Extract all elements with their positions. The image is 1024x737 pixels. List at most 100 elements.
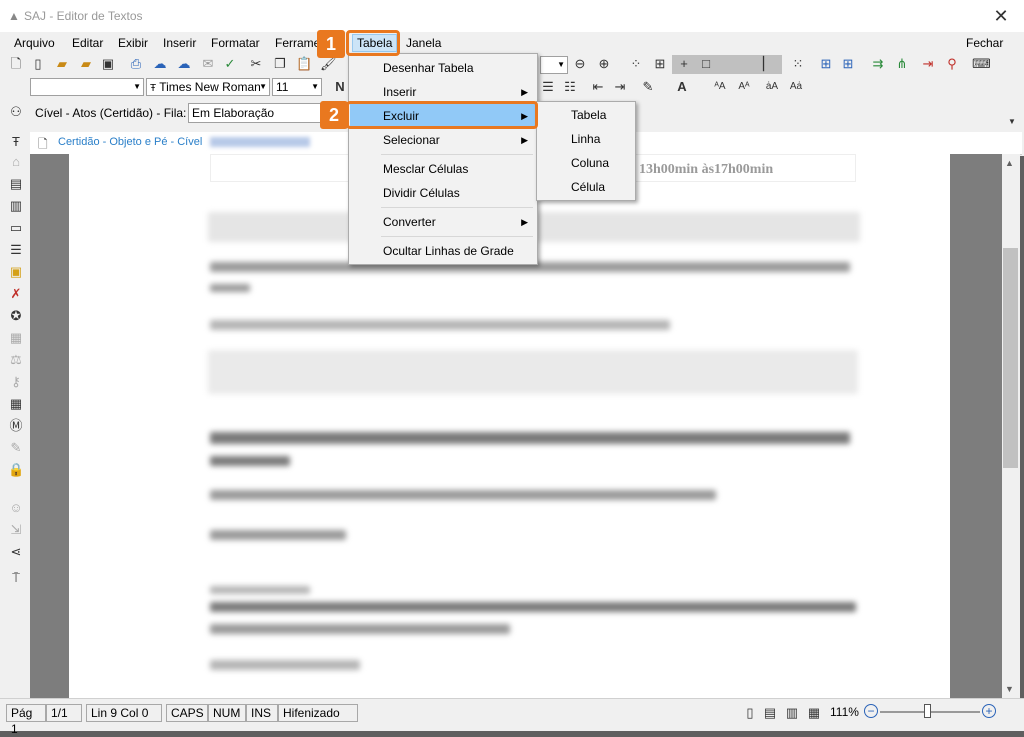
menu-exibir[interactable]: Exibir (118, 36, 148, 50)
menu-item-dividir-celulas[interactable]: Dividir Células (350, 181, 536, 205)
blurred-content (210, 490, 716, 500)
lock-icon[interactable]: 🔒 (8, 462, 24, 478)
print-view-icon[interactable]: ▤ (762, 705, 778, 721)
case2-icon[interactable]: Aȧ (788, 79, 804, 95)
zoom-combo[interactable]: ▼ (540, 56, 568, 74)
scrollbar-thumb[interactable] (1003, 248, 1018, 468)
filter-icon[interactable]: ⚲ (944, 56, 960, 72)
share-icon[interactable]: ⋖ (8, 544, 24, 560)
zoom-out-icon[interactable]: ⊖ (572, 56, 588, 72)
new-doc-icon[interactable]: 🗋 (8, 56, 24, 72)
status-position: Lin 9 Col 0 (86, 704, 162, 722)
step2-highlight (346, 101, 538, 129)
cut-icon[interactable]: ✂ (248, 56, 264, 72)
case-icon[interactable]: ȧA (764, 79, 780, 95)
menu-inserir[interactable]: Inserir (163, 36, 196, 50)
export-icon[interactable]: ⇥ (920, 56, 936, 72)
menu-item-selecionar[interactable]: Selecionar ▶ (350, 128, 536, 152)
document-icon[interactable]: ▥ (8, 198, 24, 214)
submenu-item-coluna[interactable]: Coluna (538, 151, 634, 175)
fechar-button[interactable]: Fechar (966, 36, 1003, 50)
left-border-icon[interactable]: ▏ (760, 56, 776, 72)
gavel-icon[interactable]: ⚖ (8, 352, 24, 368)
m-doc-icon[interactable]: Ⓜ (8, 418, 24, 434)
person-icon[interactable]: ☺ (8, 500, 24, 516)
style-combo[interactable]: ▼ (30, 78, 144, 96)
menu-item-ocultar-linhas[interactable]: Ocultar Linhas de Grade (350, 239, 536, 263)
format-painter-icon[interactable]: 🖌 (320, 56, 337, 72)
cloud-icon[interactable]: ☁ (152, 56, 168, 72)
form-icon[interactable]: ▣ (8, 264, 24, 280)
shrink-font-icon[interactable]: Aᴬ (736, 79, 752, 95)
numbering-icon[interactable]: ☷ (562, 79, 578, 95)
submenu-item-tabela[interactable]: Tabela (538, 103, 634, 127)
tag-icon[interactable]: ✎ (8, 440, 24, 456)
save-icon[interactable]: ▣ (100, 56, 116, 72)
box-border-icon[interactable]: □ (698, 56, 714, 72)
bullets-icon[interactable]: ☰ (540, 79, 556, 95)
stamp-icon[interactable]: ⌂ (8, 154, 24, 170)
grid-dots-icon[interactable]: ⁘ (628, 56, 644, 72)
zoom-slider-knob[interactable] (924, 704, 931, 718)
tree-icon[interactable]: ⋔ (894, 56, 910, 72)
outline-view-icon[interactable]: ▦ (806, 705, 822, 721)
comment-icon[interactable]: ▭ (8, 220, 24, 236)
dotted-grid-icon[interactable]: ⁙ (790, 56, 806, 72)
table-icon[interactable]: ⊞ (652, 56, 668, 72)
spellcheck-icon[interactable]: ✓ (222, 56, 238, 72)
print-icon[interactable]: ⎙ (128, 56, 144, 72)
open-icon[interactable]: ▰ (54, 56, 70, 72)
blank-doc-icon[interactable]: ▯ (30, 56, 46, 72)
users-icon[interactable]: ⚇ (8, 104, 24, 120)
page-view-icon[interactable]: ▯ (742, 705, 758, 721)
plus-border-icon[interactable]: + (676, 56, 692, 72)
status-bar: Pág 1 1/1 Lin 9 Col 0 CAPS NUM INS Hifen… (0, 698, 1024, 736)
menu-editar[interactable]: Editar (72, 36, 103, 50)
list-icon[interactable]: ☰ (8, 242, 24, 258)
submenu-item-celula[interactable]: Célula (538, 175, 634, 199)
keyboard-icon[interactable]: ⌨ (972, 56, 991, 72)
zoom-in-icon[interactable]: ⊕ (596, 56, 612, 72)
import-icon[interactable]: ⇲ (8, 522, 24, 538)
fila-field[interactable]: Em Elaboração (188, 103, 328, 123)
decrease-indent-icon[interactable]: ⇤ (590, 79, 606, 95)
mail-icon[interactable]: ✉ (200, 56, 216, 72)
increase-indent-icon[interactable]: ⇥ (612, 79, 628, 95)
highlight-icon[interactable]: ✎ (640, 79, 656, 95)
menu-janela[interactable]: Janela (406, 36, 441, 50)
calendar-icon[interactable]: ▦ (8, 396, 24, 412)
scroll-down-icon[interactable]: ▼ (1005, 684, 1014, 694)
menu-item-mesclar-celulas[interactable]: Mesclar Células (350, 157, 536, 181)
badge-icon[interactable]: ✪ (8, 308, 24, 324)
menu-arquivo[interactable]: Arquivo (14, 36, 55, 50)
zoom-in-button[interactable]: + (982, 704, 996, 718)
close-icon[interactable]: ✕ (990, 5, 1012, 27)
grow-font-icon[interactable]: ᴬA (712, 79, 728, 95)
web-view-icon[interactable]: ▥ (784, 705, 800, 721)
fields-icon[interactable]: ▤ (8, 176, 24, 192)
scroll-up-icon[interactable]: ▲ (1005, 158, 1014, 168)
copy-icon[interactable]: ❐ (272, 56, 288, 72)
font-color-icon[interactable]: A (674, 79, 690, 95)
menu-item-converter[interactable]: Converter ▶ (350, 210, 536, 234)
keys-icon[interactable]: ⚷ (8, 374, 24, 390)
submenu-item-linha[interactable]: Linha (538, 127, 634, 151)
size-combo[interactable]: 11 ▼ (272, 78, 322, 96)
menu-item-desenhar-tabela[interactable]: Desenhar Tabela (350, 56, 536, 80)
building-icon[interactable]: ▦ (8, 330, 24, 346)
paste-icon[interactable]: 📋 (296, 56, 312, 72)
layout2-icon[interactable]: ⊞ (840, 56, 856, 72)
cloud-upload-icon[interactable]: ☁ (176, 56, 192, 72)
bold-button[interactable]: N (332, 79, 348, 95)
font-combo[interactable]: Ŧ Times New Roman ▼ (146, 78, 270, 96)
paint-roller-icon[interactable]: ⍑ (8, 570, 24, 586)
text-tool-icon[interactable]: Ŧ (8, 134, 24, 150)
open-recent-icon[interactable]: ▰ (78, 56, 94, 72)
delete-field-icon[interactable]: ✗ (8, 286, 24, 302)
menu-formatar[interactable]: Formatar (211, 36, 260, 50)
menu-ferramentas[interactable]: Ferrame (275, 36, 320, 50)
chevron-down-icon[interactable]: ▼ (1004, 114, 1020, 130)
zoom-out-button[interactable]: − (864, 704, 878, 718)
layout-icon[interactable]: ⊞ (818, 56, 834, 72)
merge-icon[interactable]: ⇉ (870, 56, 886, 72)
